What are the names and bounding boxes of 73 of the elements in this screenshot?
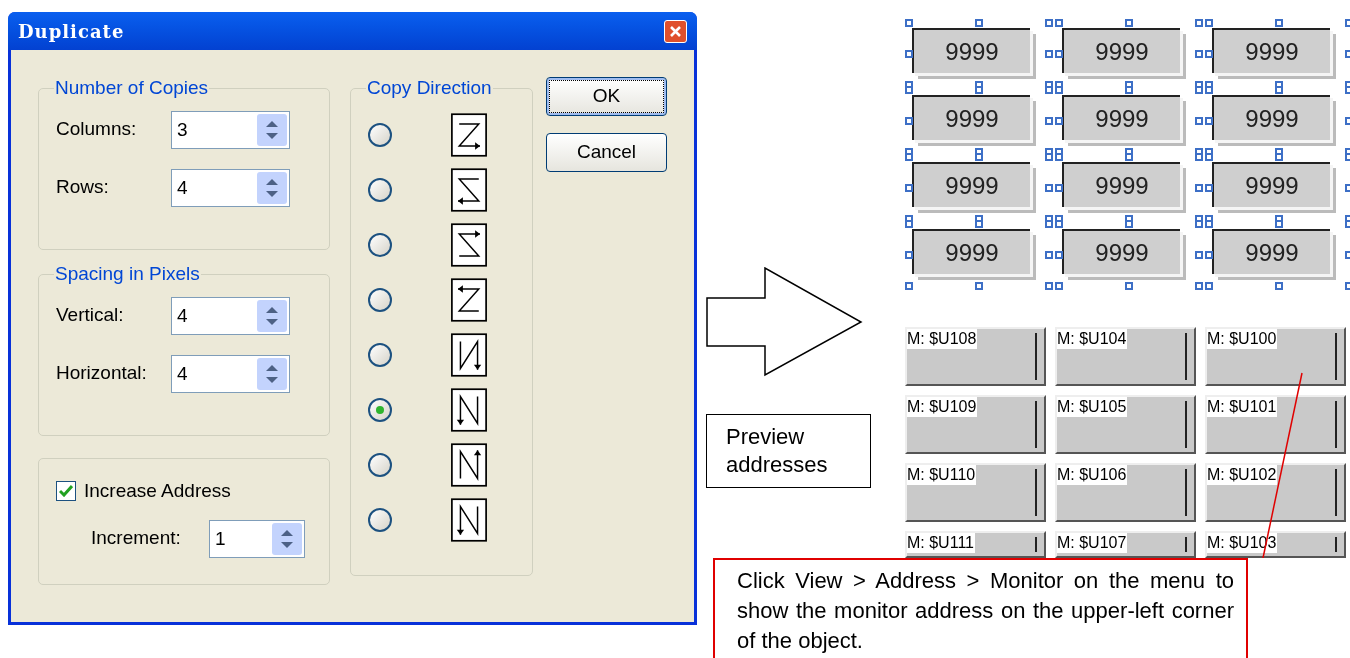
preview-object[interactable]: M: $U111 bbox=[905, 531, 1046, 558]
group-title: Number of Copies bbox=[54, 76, 210, 100]
radio-button[interactable] bbox=[368, 452, 392, 477]
direction-icon bbox=[448, 497, 490, 542]
monitor-address: M: $U100 bbox=[1207, 329, 1278, 349]
monitor-address: M: $U108 bbox=[907, 329, 978, 349]
selection-handle[interactable] bbox=[905, 19, 913, 27]
selection-handle[interactable] bbox=[905, 50, 913, 58]
spinner-icon[interactable] bbox=[257, 171, 287, 204]
radio-button[interactable] bbox=[368, 177, 392, 202]
field-label: Horizontal: bbox=[56, 361, 148, 386]
ok-button[interactable]: OK bbox=[546, 77, 667, 116]
group-title: Spacing in Pixels bbox=[54, 262, 201, 286]
direction-icon bbox=[448, 112, 490, 157]
check-icon bbox=[59, 485, 73, 498]
selection-handle[interactable] bbox=[975, 282, 983, 290]
direction-icon bbox=[448, 167, 490, 212]
field-label: Rows: bbox=[56, 175, 110, 200]
radio-button[interactable] bbox=[368, 122, 392, 147]
window-title: Duplicate bbox=[18, 19, 125, 44]
monitor-address: M: $U101 bbox=[1207, 397, 1278, 417]
field-label: Columns: bbox=[56, 117, 138, 142]
preview-object[interactable]: M: $U101 bbox=[1205, 395, 1346, 454]
preview-object[interactable]: M: $U107 bbox=[1055, 531, 1196, 558]
selection-handle[interactable] bbox=[1125, 19, 1133, 27]
close-icon bbox=[669, 24, 682, 38]
selection-handle[interactable] bbox=[1275, 19, 1283, 27]
preview-object[interactable]: M: $U106 bbox=[1055, 463, 1196, 522]
radio-button[interactable] bbox=[368, 232, 392, 257]
spinner-icon[interactable] bbox=[257, 357, 287, 390]
spinner-icon[interactable] bbox=[257, 113, 287, 146]
selection-handle[interactable] bbox=[905, 184, 913, 192]
monitor-address: M: $U104 bbox=[1057, 329, 1128, 349]
callout-text: Click View > Address > Monitor on the menu to show the monitor address on the upper-left corner of the object. bbox=[737, 567, 1234, 655]
preview-object[interactable]: M: $U109 bbox=[905, 395, 1046, 454]
direction-icon bbox=[448, 222, 490, 267]
field-label: Increment: bbox=[91, 526, 182, 551]
preview-object[interactable]: M: $U105 bbox=[1055, 395, 1196, 454]
checkbox-label: Increase Address bbox=[84, 479, 231, 503]
monitor-address: M: $U110 bbox=[907, 465, 977, 485]
direction-icon bbox=[448, 277, 490, 322]
radio-button[interactable] bbox=[368, 287, 392, 312]
preview-object[interactable]: M: $U110 bbox=[905, 463, 1046, 522]
close-button[interactable] bbox=[664, 19, 687, 43]
preview-note: Preview addresses bbox=[726, 423, 829, 479]
selection-handle[interactable] bbox=[905, 117, 913, 125]
selection-handle[interactable] bbox=[975, 19, 983, 27]
cancel-button[interactable]: Cancel bbox=[546, 133, 667, 172]
spinner-icon[interactable] bbox=[272, 522, 302, 555]
preview-object[interactable]: M: $U108 bbox=[905, 327, 1046, 386]
direction-icon bbox=[448, 332, 490, 377]
radio-button[interactable] bbox=[368, 397, 392, 422]
selection-handle[interactable] bbox=[1275, 282, 1283, 290]
direction-icon bbox=[448, 442, 490, 487]
direction-icon bbox=[448, 387, 490, 432]
radio-button[interactable] bbox=[368, 507, 392, 532]
monitor-address: M: $U109 bbox=[907, 397, 978, 417]
preview-object[interactable]: M: $U104 bbox=[1055, 327, 1196, 386]
selection-handle[interactable] bbox=[905, 251, 913, 259]
field-label: Vertical: bbox=[56, 303, 125, 328]
spinner-icon[interactable] bbox=[257, 299, 287, 332]
preview-object[interactable]: M: $U102 bbox=[1205, 463, 1346, 522]
radio-button[interactable] bbox=[368, 342, 392, 367]
monitor-address: M: $U105 bbox=[1057, 397, 1128, 417]
selection-handle[interactable] bbox=[1125, 282, 1133, 290]
preview-object[interactable]: M: $U100 bbox=[1205, 327, 1346, 386]
selection-handle[interactable] bbox=[905, 282, 913, 290]
monitor-address: M: $U102 bbox=[1207, 465, 1278, 485]
monitor-address: M: $U107 bbox=[1057, 533, 1128, 553]
monitor-address: M: $U111 bbox=[907, 533, 975, 553]
monitor-address: M: $U106 bbox=[1057, 465, 1128, 485]
group-title: Copy Direction bbox=[366, 76, 493, 100]
checkbox[interactable] bbox=[56, 481, 76, 502]
